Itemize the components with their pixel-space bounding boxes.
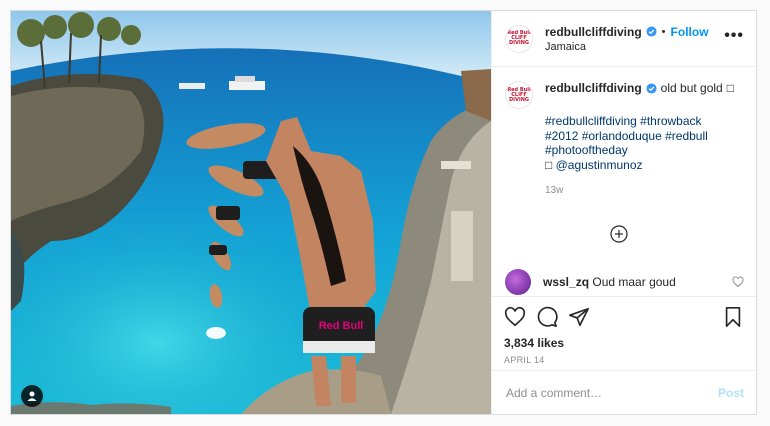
comment-item: wssl_zq Oud maar goud xyxy=(505,269,744,295)
caption-username[interactable]: redbullcliffdiving xyxy=(545,81,642,96)
more-options-icon[interactable]: ••• xyxy=(724,27,744,45)
caption-text: old but gold xyxy=(660,81,723,95)
image-logo-text: Red Bull xyxy=(319,320,364,332)
caption-mention-line: □ @agustinmunoz xyxy=(545,158,734,173)
caption-hashtags[interactable]: #redbullcliffdiving #throwback #2012 #or… xyxy=(545,114,734,158)
comment-input[interactable] xyxy=(504,384,718,401)
post-date[interactable]: APRIL 14 xyxy=(504,355,744,365)
caption-avatar-logo: Red Bull CLIFF DIVING xyxy=(507,86,531,103)
verified-badge-icon xyxy=(646,83,657,94)
caption-body: redbullcliffdiving old but gold □ #redbu… xyxy=(545,81,734,198)
username-link[interactable]: redbullcliffdiving xyxy=(545,25,642,39)
user-icon xyxy=(27,391,37,401)
heart-icon[interactable] xyxy=(504,306,526,328)
cliff-diving-photo: Red Bull xyxy=(11,11,491,414)
comment-body: wssl_zq Oud maar goud xyxy=(543,275,732,289)
post-button[interactable]: Post xyxy=(718,386,744,400)
post-card: Red Bull Red Bull CLIFF DIVING redbullcl… xyxy=(10,10,757,415)
location-link[interactable]: Jamaica xyxy=(545,41,724,53)
follow-button[interactable]: Follow xyxy=(671,25,709,39)
caption-first-line: redbullcliffdiving old but gold □ xyxy=(545,81,734,96)
share-icon[interactable] xyxy=(568,306,590,328)
avatar-logo: Red Bull CLIFF DIVING xyxy=(507,30,531,46)
header-text: redbullcliffdiving • Follow Jamaica xyxy=(545,25,724,53)
plus-circle-icon[interactable] xyxy=(610,225,628,243)
separator-dot: • xyxy=(661,25,666,38)
caption-trailing-glyph: □ xyxy=(726,81,734,95)
caption-time-ago[interactable]: 13w xyxy=(545,183,734,198)
post-header: Red Bull CLIFF DIVING redbullcliffdiving… xyxy=(492,11,756,67)
comment-icon[interactable] xyxy=(536,306,558,328)
caption-avatar[interactable]: Red Bull CLIFF DIVING xyxy=(505,81,533,109)
add-comment-bar: Post xyxy=(492,370,756,414)
commenter-avatar[interactable] xyxy=(505,269,531,295)
comment-text: Oud maar goud xyxy=(592,275,676,289)
action-icons xyxy=(504,305,744,329)
verified-badge-icon xyxy=(646,26,657,37)
commenter-username[interactable]: wssl_zq xyxy=(543,275,589,289)
header-line: redbullcliffdiving • Follow xyxy=(545,25,724,39)
actions-bar: 3,834 likes APRIL 14 xyxy=(492,296,756,370)
comments-area: Red Bull CLIFF DIVING redbullcliffdiving… xyxy=(492,67,756,296)
caption: Red Bull CLIFF DIVING redbullcliffdiving… xyxy=(505,81,743,198)
bookmark-icon[interactable] xyxy=(722,306,744,328)
likes-count[interactable]: 3,834 likes xyxy=(504,336,744,350)
post-sidebar: Red Bull CLIFF DIVING redbullcliffdiving… xyxy=(491,11,756,414)
heart-icon[interactable] xyxy=(732,276,744,288)
user-tag-button[interactable] xyxy=(21,385,43,407)
post-photo[interactable]: Red Bull xyxy=(11,11,491,414)
mention-link[interactable]: @agustinmunoz xyxy=(556,158,643,172)
avatar[interactable]: Red Bull CLIFF DIVING xyxy=(505,24,533,53)
mention-prefix-glyph: □ xyxy=(545,157,553,172)
